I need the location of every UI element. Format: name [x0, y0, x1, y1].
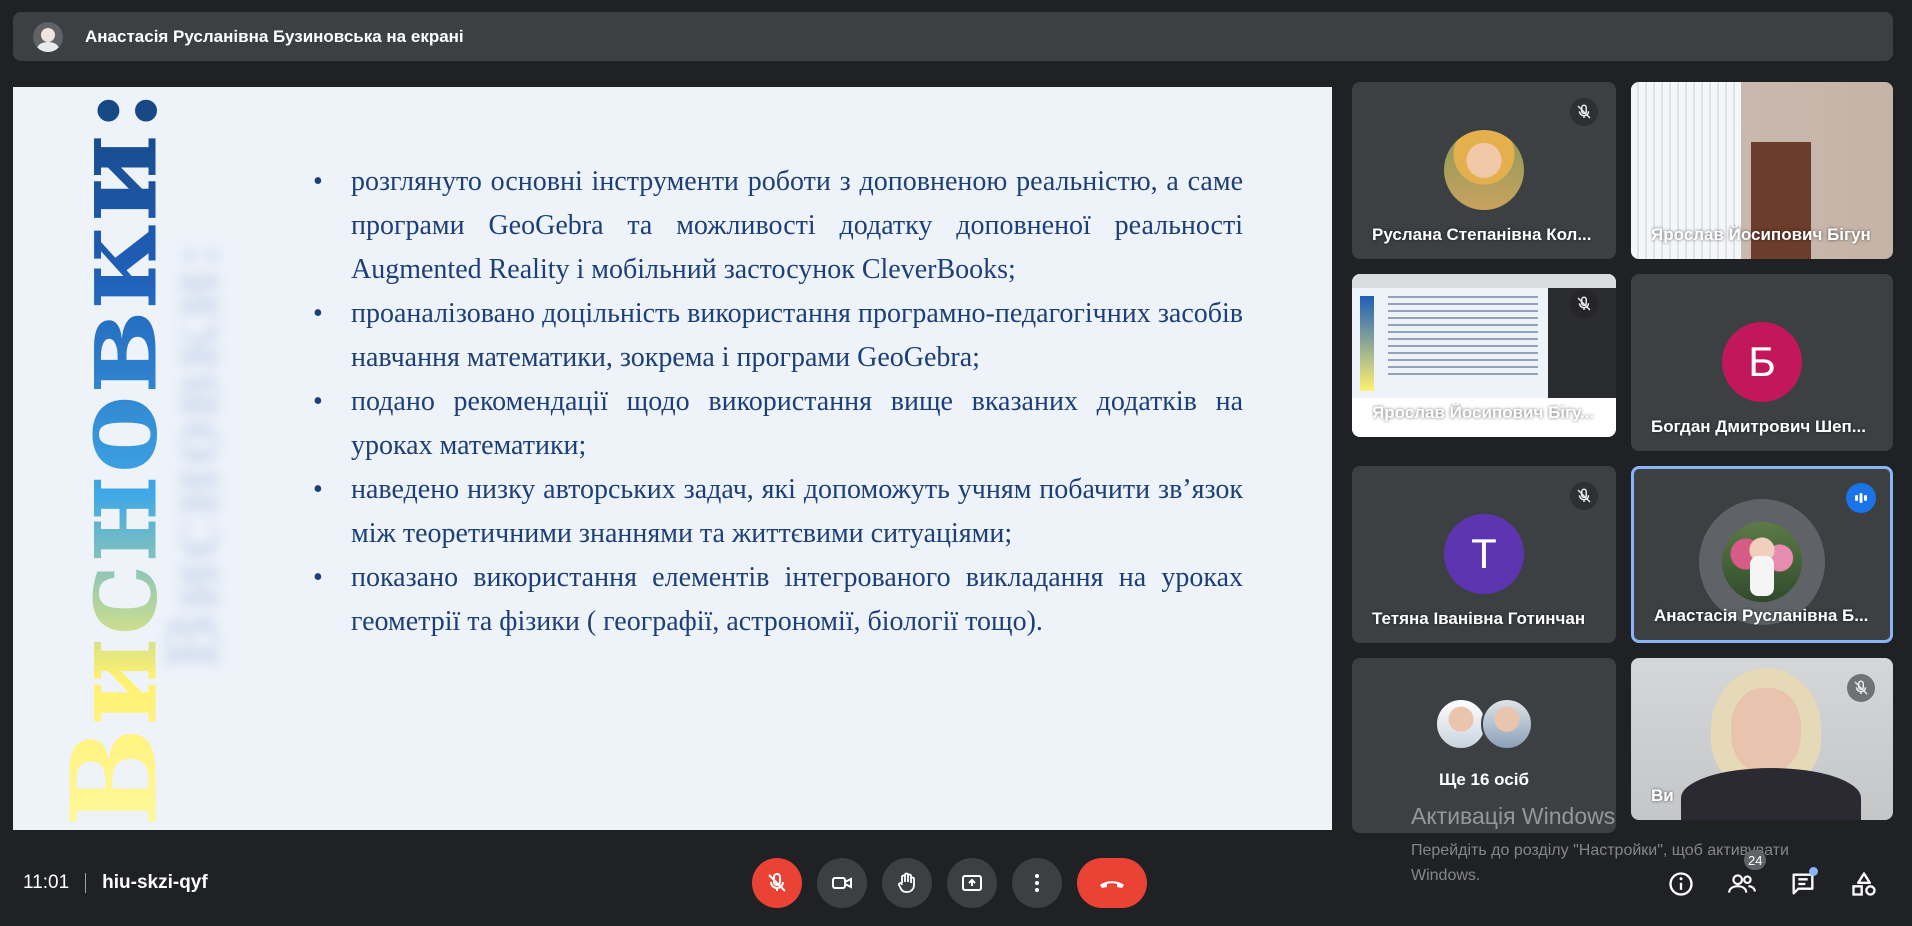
participant-tile[interactable]: Руслана Степанівна Кол... [1352, 82, 1616, 259]
shared-screen: Висновки: Висновки: розглянуто основні і… [13, 87, 1332, 830]
divider [85, 873, 87, 893]
slide-bullet: показано використання елементів інтегров… [313, 556, 1243, 644]
participant-name: Ярослав Йосипович Бігун [1651, 225, 1871, 244]
mic-off-icon [1570, 290, 1598, 318]
participant-initial-avatar: Б [1722, 322, 1802, 402]
presenter-bar: Анастасія Русланівна Бузиновська на екра… [13, 12, 1893, 61]
participant-name: Ярослав Йосипович Бігу... [1372, 403, 1595, 422]
more-participants-avatars [1435, 698, 1533, 750]
activities-button[interactable] [1846, 866, 1882, 902]
participant-name: Богдан Дмитрович Шеп... [1651, 417, 1866, 436]
raise-hand-button[interactable] [882, 858, 932, 908]
hand-icon [898, 872, 915, 893]
participant-initial-avatar: Т [1444, 514, 1524, 594]
participant-name: Руслана Степанівна Кол... [1372, 225, 1592, 244]
slide-bullet: розглянуто основні інструменти роботи з … [313, 160, 1243, 292]
presenter-avatar [33, 21, 63, 52]
end-call-icon [1100, 881, 1124, 888]
slide-bullet: наведено низку авторських задач, які доп… [313, 468, 1243, 556]
participant-avatar [1444, 130, 1524, 210]
call-controls [752, 858, 1147, 908]
mic-off-icon [768, 872, 786, 892]
meeting-details-button[interactable] [1663, 866, 1699, 902]
self-view-tile[interactable]: Ви [1631, 658, 1893, 820]
more-vertical-icon [1035, 874, 1039, 892]
leave-call-button[interactable] [1077, 858, 1147, 908]
participant-tile-active-speaker[interactable]: Анастасія Русланівна Б... [1631, 466, 1893, 643]
participant-tile[interactable]: Б Богдан Дмитрович Шеп... [1631, 274, 1893, 451]
chat-button[interactable] [1785, 866, 1821, 902]
speaking-indicator-icon [1846, 483, 1876, 513]
shapes-icon [1852, 872, 1876, 896]
mic-off-icon [1570, 98, 1598, 126]
clock: 11:01 [23, 872, 70, 893]
watermark-title: Активація Windows [1411, 803, 1616, 829]
participants-count-badge: 24 [1744, 850, 1767, 870]
slide-bullet-list: розглянуто основні інструменти роботи з … [313, 160, 1243, 644]
presenter-title: Анастасія Русланівна Бузиновська на екра… [85, 26, 464, 46]
more-options-button[interactable] [1012, 858, 1062, 908]
participant-tile[interactable]: Т Тетяна Іванівна Готинчан [1352, 466, 1616, 643]
meeting-info: 11:01 hiu-skzi-qyf [23, 872, 208, 894]
mic-off-icon [1847, 674, 1875, 702]
info-icon [1669, 872, 1693, 896]
mic-off-icon [1570, 482, 1598, 510]
participant-tile[interactable]: Ярослав Йосипович Бігу... [1352, 274, 1616, 437]
present-icon [962, 875, 982, 891]
meeting-code[interactable]: hiu-skzi-qyf [102, 872, 208, 894]
mic-toggle-button[interactable] [752, 858, 802, 908]
slide-title-reflection: Висновки: [151, 242, 235, 672]
present-screen-button[interactable] [947, 858, 997, 908]
participant-name: Тетяна Іванівна Готинчан [1372, 609, 1586, 628]
participant-name: Анастасія Русланівна Б... [1654, 606, 1869, 625]
slide-bullet: подано рекомендації щодо використання ви… [313, 380, 1243, 468]
people-icon [1728, 874, 1756, 893]
people-button[interactable]: 24 [1724, 850, 1767, 902]
camera-icon [832, 877, 852, 889]
slide-bullet: проаналізовано доцільність використання … [313, 292, 1243, 380]
participant-tile[interactable]: Ярослав Йосипович Бігун [1631, 82, 1893, 259]
camera-toggle-button[interactable] [817, 858, 867, 908]
chat-notification-dot [1809, 867, 1818, 876]
side-panel-tools: 24 [1638, 850, 1882, 902]
more-participants-label: Ще 16 осіб [1439, 770, 1529, 789]
